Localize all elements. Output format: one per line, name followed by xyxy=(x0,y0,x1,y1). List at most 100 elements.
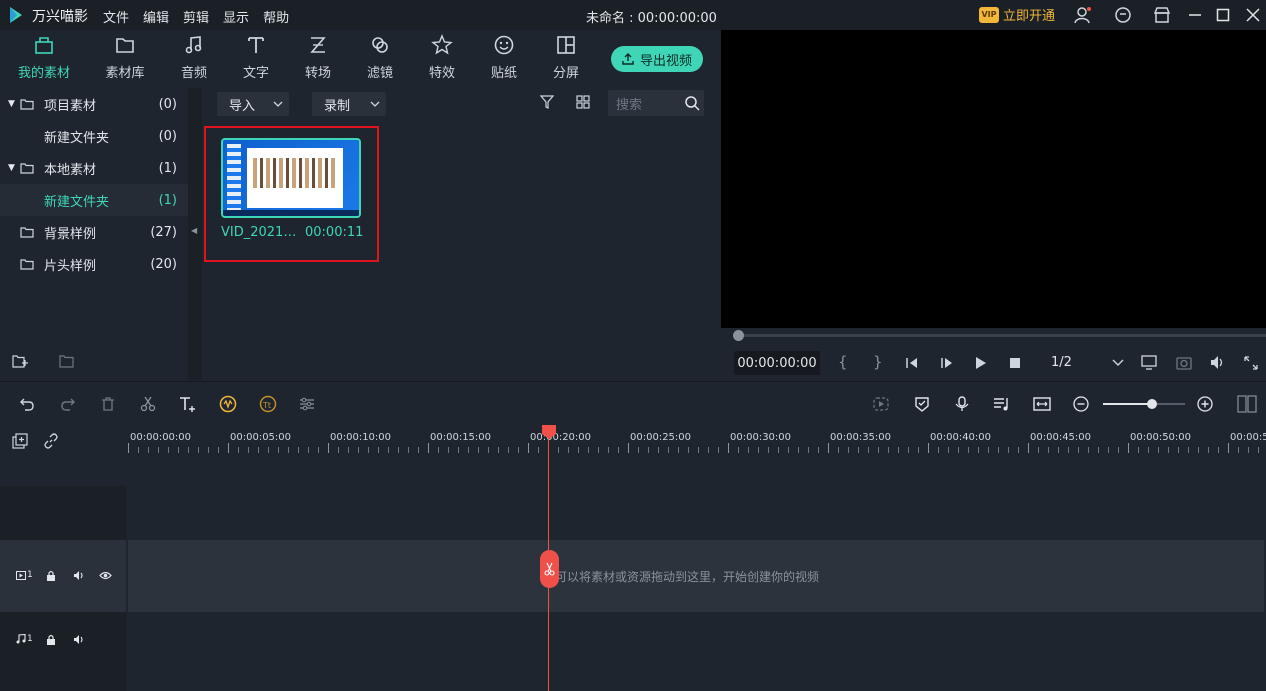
quality-value[interactable]: 1/2 xyxy=(1051,355,1072,370)
video-track-drop-area[interactable]: 可以将素材或资源拖动到这里，开始创建你的视频 xyxy=(128,540,1264,612)
split-screen-icon xyxy=(557,36,575,54)
tree-item-label: 项目素材 xyxy=(44,98,97,114)
export-video-button[interactable]: 导出视频 xyxy=(611,46,703,72)
close-icon[interactable] xyxy=(1244,6,1262,24)
menu-bar: 文件 编辑 剪辑 显示 帮助 xyxy=(103,7,303,26)
account-icon[interactable] xyxy=(1074,6,1092,24)
layout-toggle-icon[interactable] xyxy=(1237,395,1257,413)
import-label: 导入 xyxy=(229,98,256,114)
tree-item-count: (1) xyxy=(158,192,177,208)
project-title: 未命名 : 00:00:00:00 xyxy=(586,11,717,26)
undo-icon[interactable] xyxy=(19,396,35,412)
play-icon[interactable] xyxy=(975,356,987,370)
add-track-icon[interactable] xyxy=(12,433,28,449)
lock-icon[interactable] xyxy=(46,570,56,581)
tab-my-media[interactable]: 我的素材 xyxy=(14,34,74,81)
tree-item-background-samples[interactable]: 背景样例 (27) xyxy=(0,216,188,248)
tree-item-label: 背景样例 xyxy=(44,226,97,242)
visibility-eye-icon[interactable] xyxy=(99,571,112,580)
minimize-icon[interactable] xyxy=(1186,6,1204,24)
tree-splitter[interactable]: ◀ xyxy=(188,88,202,380)
tab-effects[interactable]: 特效 xyxy=(412,34,472,81)
audio-detach-icon[interactable] xyxy=(219,395,237,413)
my-media-icon xyxy=(35,37,53,54)
filter-funnel-icon[interactable] xyxy=(540,95,554,109)
fullscreen-icon[interactable] xyxy=(1244,356,1258,370)
audio-mixer-icon[interactable] xyxy=(993,396,1011,412)
upload-icon xyxy=(622,53,634,65)
render-preview-icon[interactable] xyxy=(873,396,889,412)
expand-caret-icon[interactable]: ▼ xyxy=(8,99,15,109)
fit-timeline-icon[interactable] xyxy=(1033,396,1051,412)
tab-filter[interactable]: 滤镜 xyxy=(350,34,410,81)
timeline-ruler[interactable]: 00:00:00:00 00:00:05:00 00:00:10:00 00:0… xyxy=(0,425,1266,458)
quality-chevron-down-icon[interactable] xyxy=(1112,359,1124,366)
menu-view[interactable]: 显示 xyxy=(223,7,249,26)
tab-stock-library[interactable]: 素材库 xyxy=(95,34,155,81)
preview-progress-handle[interactable] xyxy=(733,330,744,341)
vip-button[interactable]: VIP 立即开通 xyxy=(979,5,1055,24)
zoom-slider-handle[interactable] xyxy=(1147,399,1157,409)
store-icon[interactable] xyxy=(1153,6,1171,24)
marker-shield-icon[interactable] xyxy=(914,396,930,412)
search-input[interactable]: 搜索 xyxy=(608,90,704,116)
grid-view-icon[interactable] xyxy=(576,95,590,109)
adjust-sliders-icon[interactable] xyxy=(299,396,315,412)
media-toolbar: 我的素材 素材库 音频 文字 转场 滤镜 特效 贴纸 分屏 导出视频 xyxy=(0,30,720,88)
search-icon[interactable] xyxy=(684,95,700,111)
menu-file[interactable]: 文件 xyxy=(103,7,129,26)
next-frame-icon[interactable] xyxy=(940,357,954,369)
split-scissors-icon[interactable] xyxy=(140,396,156,412)
expand-caret-icon[interactable]: ▼ xyxy=(8,163,15,173)
tab-text[interactable]: 文字 xyxy=(226,34,286,81)
import-dropdown[interactable]: 导入 xyxy=(217,92,289,116)
tree-item-intro-samples[interactable]: 片头样例 (20) xyxy=(0,248,188,280)
playhead-split-button[interactable] xyxy=(540,550,559,588)
menu-help[interactable]: 帮助 xyxy=(263,7,289,26)
tree-item-new-folder-project[interactable]: 新建文件夹 (0) xyxy=(0,120,188,152)
previous-frame-icon[interactable] xyxy=(905,357,919,369)
display-settings-icon[interactable] xyxy=(1141,355,1157,370)
auto-subtitle-icon[interactable]: Tt xyxy=(259,395,277,413)
record-dropdown[interactable]: 录制 xyxy=(312,92,386,116)
zoom-out-icon[interactable] xyxy=(1073,396,1089,412)
microphone-icon[interactable] xyxy=(954,396,970,412)
tree-item-new-folder-local[interactable]: 新建文件夹 (1) xyxy=(0,184,188,216)
tab-sticker[interactable]: 贴纸 xyxy=(474,34,534,81)
tree-item-local-media[interactable]: ▼ 本地素材 (1) xyxy=(0,152,188,184)
mark-out-icon[interactable]: } xyxy=(873,353,883,371)
clip-duration: 00:00:11 xyxy=(305,225,364,240)
feedback-icon[interactable] xyxy=(1114,6,1132,24)
mute-volume-icon[interactable] xyxy=(73,634,85,645)
link-icon[interactable] xyxy=(43,433,59,449)
volume-icon[interactable] xyxy=(1210,355,1226,370)
add-text-icon[interactable] xyxy=(179,396,197,412)
tree-item-project-media[interactable]: ▼ 项目素材 (0) xyxy=(0,88,188,120)
lock-icon[interactable] xyxy=(46,634,56,645)
tab-audio[interactable]: 音频 xyxy=(164,34,224,81)
zoom-in-icon[interactable] xyxy=(1197,396,1213,412)
playhead-handle[interactable] xyxy=(542,425,556,439)
tab-transition[interactable]: 转场 xyxy=(288,34,348,81)
menu-clip[interactable]: 剪辑 xyxy=(183,7,209,26)
redo-icon[interactable] xyxy=(60,396,76,412)
mute-volume-icon[interactable] xyxy=(73,570,85,581)
thumbnail-taskbar xyxy=(223,210,359,216)
tab-split-screen[interactable]: 分屏 xyxy=(536,34,596,81)
folder-outline-icon[interactable] xyxy=(59,354,75,368)
menu-edit[interactable]: 编辑 xyxy=(143,7,169,26)
clip-thumbnail[interactable] xyxy=(221,138,361,218)
video-track-header: 1 xyxy=(0,540,126,612)
maximize-icon[interactable] xyxy=(1214,6,1232,24)
folder-icon xyxy=(20,99,34,110)
mark-in-icon[interactable]: { xyxy=(838,353,848,371)
ruler-label: 00:00:20:00 xyxy=(530,432,592,443)
delete-icon[interactable] xyxy=(100,396,116,412)
new-folder-icon[interactable] xyxy=(12,354,28,368)
collapse-left-icon[interactable]: ◀ xyxy=(191,226,197,235)
ruler-major-ticks xyxy=(128,443,1266,453)
snapshot-camera-icon[interactable] xyxy=(1176,355,1192,370)
stop-icon[interactable] xyxy=(1009,357,1021,369)
ruler-label: 00:00:30:00 xyxy=(730,432,792,443)
preview-progress-track[interactable] xyxy=(733,334,1266,337)
